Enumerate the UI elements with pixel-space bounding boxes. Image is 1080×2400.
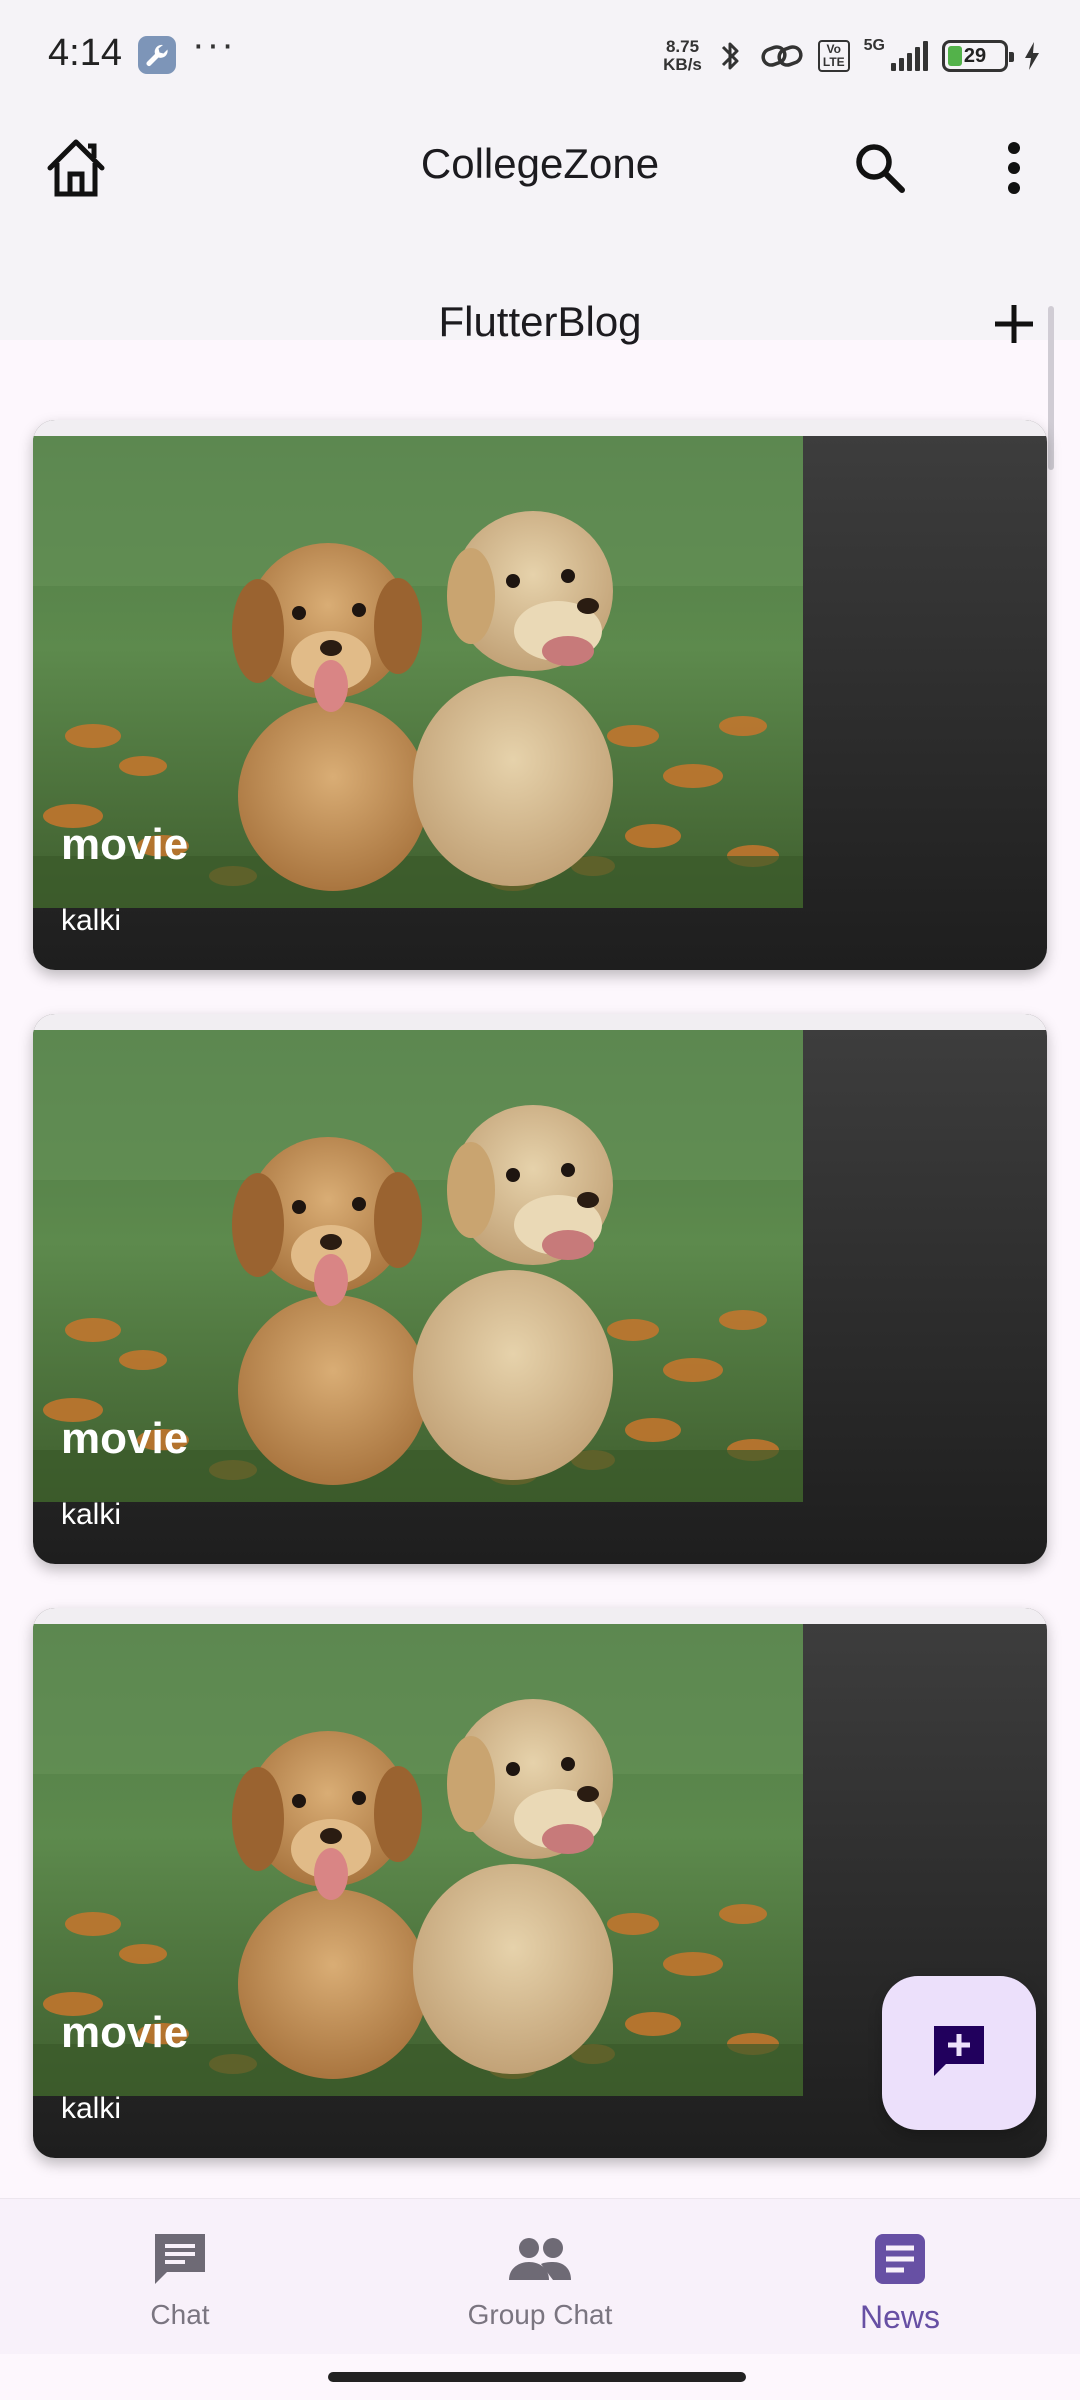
add-comment-fab[interactable]	[882, 1976, 1036, 2130]
nav-chat[interactable]: Chat	[0, 2199, 360, 2355]
battery-level: 29	[963, 45, 987, 67]
net-speed: 8.75 KB/s	[663, 38, 702, 74]
nav-label: News	[859, 2299, 940, 2335]
nav-label: Chat	[150, 2299, 210, 2330]
scrollbar[interactable]	[1048, 306, 1054, 470]
home-gesture-bar[interactable]	[328, 2372, 746, 2382]
status-time: 4:14	[48, 32, 122, 74]
wrench-icon	[138, 36, 176, 74]
add-comment-icon	[930, 2022, 988, 2085]
chat-icon	[132, 2227, 228, 2291]
search-icon	[852, 140, 908, 201]
bottom-navigation: Chat Group Chat News	[0, 2198, 1080, 2354]
post-title: movie	[61, 2008, 189, 2057]
post-subtitle: kalki	[61, 2092, 122, 2125]
net-speed-unit: KB/s	[663, 55, 702, 74]
nav-group-chat[interactable]: Group Chat	[360, 2199, 720, 2355]
more-notifications-icon: ···	[192, 24, 236, 66]
post-subtitle: kalki	[61, 904, 122, 937]
more-vert-icon	[1006, 140, 1022, 201]
status-icons: 8.75 KB/s Vo LTE 5G 29	[663, 34, 1042, 78]
post-title: movie	[61, 820, 189, 869]
charging-icon	[1022, 40, 1042, 72]
link-icon	[760, 41, 804, 71]
signal-icon	[891, 41, 928, 71]
network-type: 5G	[863, 37, 885, 54]
article-icon	[852, 2227, 948, 2291]
post-title: movie	[61, 1414, 189, 1463]
group-icon	[492, 2227, 588, 2291]
search-button[interactable]	[832, 122, 928, 218]
blog-title: FlutterBlog	[438, 298, 642, 345]
status-bar: 4:14 ··· 8.75 KB/s Vo LTE 5G 29	[0, 0, 1080, 110]
volte-icon: Vo LTE	[817, 40, 850, 72]
post-card[interactable]: movie kalki	[33, 420, 1047, 970]
net-speed-value: 8.75	[665, 37, 700, 56]
post-card[interactable]: movie kalki	[33, 1014, 1047, 1564]
post-subtitle: kalki	[61, 1498, 122, 1531]
add-icon	[992, 302, 1036, 351]
nav-label: Group Chat	[467, 2299, 613, 2330]
bluetooth-icon	[716, 37, 746, 75]
more-options-button[interactable]	[966, 122, 1062, 218]
volte-bottom: LTE	[822, 55, 845, 69]
nav-news[interactable]: News	[720, 2199, 1080, 2355]
battery-icon: 29	[942, 40, 1014, 72]
